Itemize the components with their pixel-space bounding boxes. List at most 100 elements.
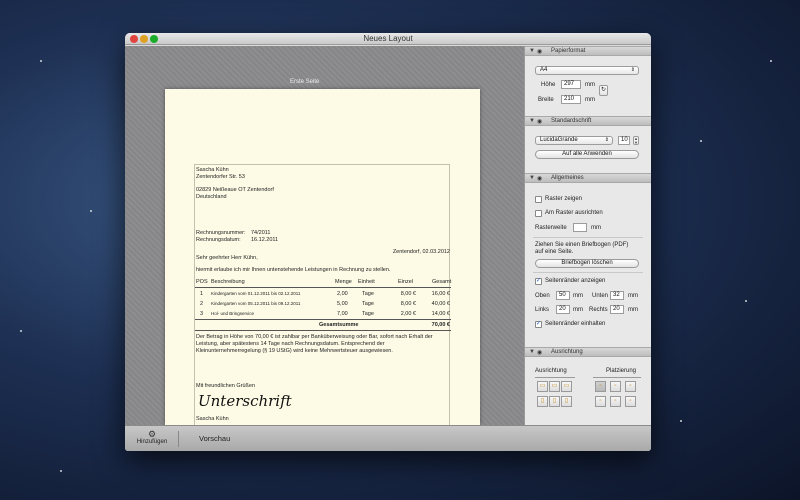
intro-text[interactable]: hiermit erlaube ich mir Ihnen untenstehe… bbox=[196, 267, 390, 273]
align-top-icon[interactable]: ▭ bbox=[537, 381, 548, 392]
col-qty: Menge bbox=[335, 279, 352, 285]
divider bbox=[535, 377, 575, 378]
star bbox=[700, 140, 702, 142]
zoom-window-button[interactable] bbox=[150, 35, 158, 43]
disclosure-triangle-icon[interactable]: ▼ bbox=[529, 349, 535, 355]
eye-icon[interactable]: ◉ bbox=[537, 175, 542, 182]
section-general-header[interactable]: ▼ ◉ Allgemeines bbox=[525, 173, 651, 183]
place-top-left-icon[interactable]: ▫ bbox=[595, 381, 606, 392]
show-margins-checkbox[interactable]: ✓ bbox=[535, 278, 542, 285]
font-size-stepper[interactable]: ▲ ▼ bbox=[633, 136, 639, 145]
invoice-number-label[interactable]: Rechnungsnummer: bbox=[196, 230, 246, 236]
signature[interactable]: Unterschrift bbox=[198, 392, 292, 410]
row3-pos: 3 bbox=[200, 311, 204, 317]
note-line-1[interactable]: Der Betrag in Höhe von 70,00 € ist zahlb… bbox=[196, 334, 433, 340]
recipient-city[interactable]: 02829 Neißeaue OT Zentendorf bbox=[196, 187, 274, 193]
align-middle-icon[interactable]: ▭ bbox=[549, 381, 560, 392]
invoice-number[interactable]: 74/2011 bbox=[251, 230, 270, 236]
row3-single: 2,00 € bbox=[400, 311, 416, 317]
disclosure-triangle-icon[interactable]: ▼ bbox=[529, 175, 535, 181]
grid-width-field[interactable] bbox=[573, 223, 587, 232]
align-right-icon[interactable]: ▯ bbox=[561, 396, 572, 407]
place-bottom-left-icon[interactable]: ▫ bbox=[595, 396, 606, 407]
margin-right-field[interactable]: 20 bbox=[610, 305, 624, 314]
width-unit: mm bbox=[585, 97, 595, 103]
row1-qty: 2,00 bbox=[337, 291, 348, 297]
page-label: Erste Seite bbox=[290, 79, 320, 85]
snap-grid-label: Am Raster ausrichten bbox=[545, 210, 603, 216]
recipient-country[interactable]: Deutschland bbox=[196, 194, 227, 200]
place-date[interactable]: Zentendorf, 02.03.2012 bbox=[370, 249, 450, 255]
align-bottom-icon[interactable]: ▭ bbox=[561, 381, 572, 392]
align-center-icon[interactable]: ▯ bbox=[549, 396, 560, 407]
place-bottom-icon[interactable]: ▫ bbox=[610, 396, 621, 407]
grid-width-label: Rasterweite bbox=[535, 225, 567, 231]
font-size-field[interactable]: 10 bbox=[618, 136, 630, 145]
salutation[interactable]: Sehr geehrter Herr Kühn, bbox=[196, 255, 258, 261]
sender-name[interactable]: Sascha Kühn bbox=[196, 167, 229, 173]
row1-unit: Tage bbox=[362, 291, 374, 297]
delete-letterhead-button[interactable]: Briefbogen löschen bbox=[535, 259, 639, 268]
disclosure-triangle-icon[interactable]: ▼ bbox=[529, 48, 535, 54]
disclosure-triangle-icon[interactable]: ▼ bbox=[529, 118, 535, 124]
row2-unit: Tage bbox=[362, 301, 374, 307]
note-line-3[interactable]: Kleinunternehmerregelung (§ 19 UStG) wir… bbox=[196, 348, 393, 354]
updown-arrows-icon: ⇕ bbox=[604, 137, 609, 143]
row3-desc: Hol- und Bringservice bbox=[211, 311, 255, 316]
col-desc: Beschreibung bbox=[211, 279, 245, 285]
section-alignment-header[interactable]: ▼ ◉ Ausrichtung bbox=[525, 347, 651, 357]
col-pos: POS bbox=[196, 279, 208, 285]
mm-unit: mm bbox=[628, 293, 638, 299]
keep-margins-checkbox[interactable]: ✓ bbox=[535, 321, 542, 328]
section-title: Allgemeines bbox=[551, 175, 584, 181]
sum-label: Gesamtsumme bbox=[319, 322, 359, 328]
height-field[interactable]: 297 bbox=[561, 80, 581, 89]
margin-bottom-field[interactable]: 32 bbox=[610, 291, 624, 300]
minimize-window-button[interactable] bbox=[140, 35, 148, 43]
toolbar-separator bbox=[178, 431, 179, 447]
signer-name[interactable]: Sascha Kühn bbox=[196, 416, 229, 422]
col-total: Gesamt bbox=[432, 279, 452, 285]
preview-button[interactable]: Vorschau bbox=[199, 434, 230, 443]
eye-icon[interactable]: ◉ bbox=[537, 118, 542, 125]
closing[interactable]: Mit freundlichen Grüßen bbox=[196, 383, 255, 389]
title-bar[interactable]: Neues Layout bbox=[125, 33, 651, 45]
star bbox=[20, 330, 22, 332]
paper-format-select[interactable]: A4 ⇕ bbox=[535, 66, 639, 75]
letterhead-hint-2: auf eine Seite. bbox=[535, 249, 574, 255]
note-line-2[interactable]: Leistung, aber spätestens 14 Tage nach R… bbox=[196, 341, 385, 347]
show-grid-checkbox[interactable] bbox=[535, 196, 542, 203]
sender-street[interactable]: Zentendorfer Str. 53 bbox=[196, 174, 245, 180]
col-single: Einzel bbox=[398, 279, 413, 285]
swap-orientation-button[interactable]: ↻ bbox=[599, 85, 608, 96]
window-title: Neues Layout bbox=[363, 34, 413, 43]
margin-left-label: Links bbox=[535, 307, 550, 313]
add-label: Hinzufügen bbox=[136, 439, 168, 445]
snap-grid-checkbox[interactable] bbox=[535, 210, 542, 217]
gears-icon: ⚙ bbox=[147, 429, 157, 439]
star bbox=[770, 60, 772, 62]
close-window-button[interactable] bbox=[130, 35, 138, 43]
margin-left-field[interactable]: 20 bbox=[556, 305, 570, 314]
eye-icon[interactable]: ◉ bbox=[537, 349, 542, 356]
apply-all-button[interactable]: Auf alle Anwenden bbox=[535, 150, 639, 159]
margin-top-field[interactable]: 50 bbox=[556, 291, 570, 300]
layout-canvas[interactable]: Erste Seite Sascha Kühn Zentendorfer Str… bbox=[125, 46, 524, 425]
divider bbox=[533, 272, 643, 273]
document-page[interactable]: Sascha Kühn Zentendorfer Str. 53 02829 N… bbox=[165, 89, 480, 425]
section-font-header[interactable]: ▼ ◉ Standardschrift bbox=[525, 116, 651, 126]
row2-desc: Kindergarten vom 05.12.2011 bis 09.12.20… bbox=[211, 301, 301, 306]
width-field[interactable]: 210 bbox=[561, 95, 581, 104]
place-top-icon[interactable]: ▫ bbox=[610, 381, 621, 392]
place-top-right-icon[interactable]: ▫ bbox=[625, 381, 636, 392]
add-button[interactable]: ⚙ Hinzufügen bbox=[135, 429, 169, 449]
eye-icon[interactable]: ◉ bbox=[537, 48, 542, 55]
align-left-icon[interactable]: ▯ bbox=[537, 396, 548, 407]
section-paper-header[interactable]: ▼ ◉ Papierformat bbox=[525, 46, 651, 56]
grid-width-unit: mm bbox=[591, 225, 601, 231]
invoice-date[interactable]: 16.12.2011 bbox=[251, 237, 278, 243]
invoice-date-label[interactable]: Rechnungsdatum: bbox=[196, 237, 241, 243]
place-bottom-right-icon[interactable]: ▫ bbox=[625, 396, 636, 407]
row2-qty: 5,00 bbox=[337, 301, 348, 307]
font-select[interactable]: LucidaGrande ⇕ bbox=[535, 136, 613, 145]
